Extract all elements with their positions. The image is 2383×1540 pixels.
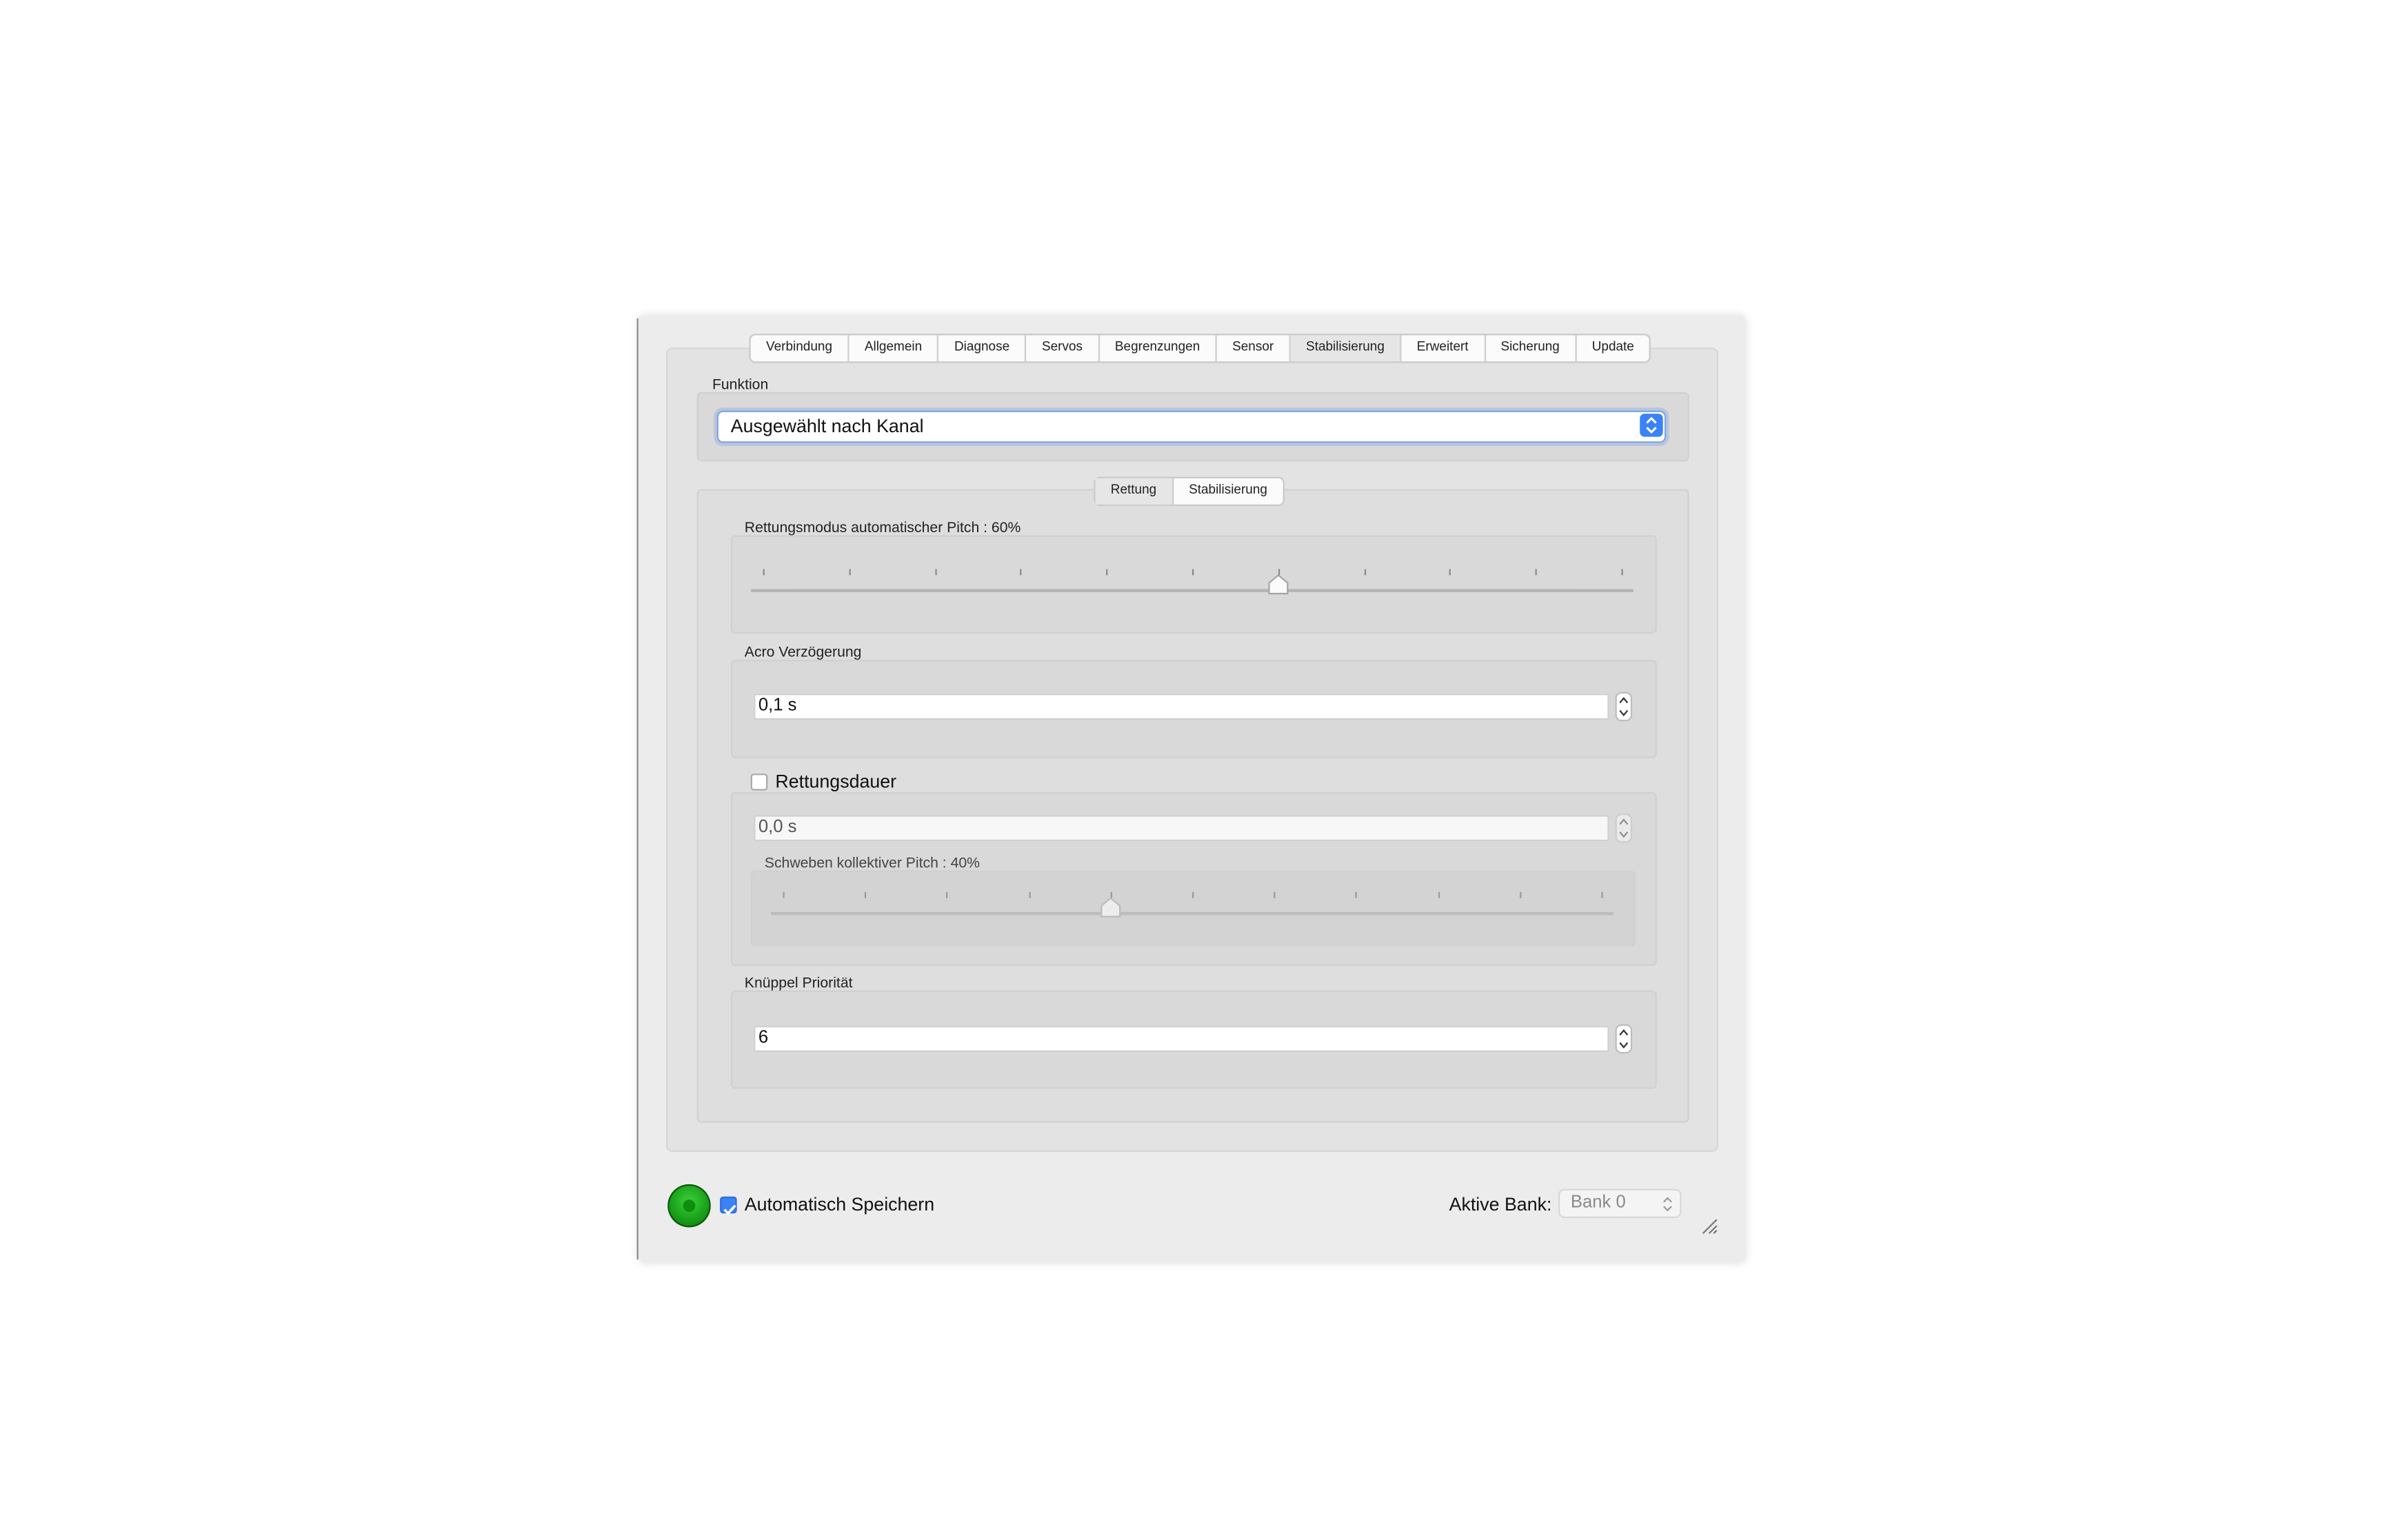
- hover-pitch-group: [750, 870, 1636, 946]
- slider-tick: [865, 891, 867, 898]
- slider-tick: [1438, 891, 1440, 898]
- funktion-select[interactable]: Ausgewählt nach Kanal: [716, 410, 1667, 443]
- slider-tick: [849, 569, 851, 576]
- subtab-rettung[interactable]: Rettung: [1095, 478, 1174, 505]
- tab-stabilisierung[interactable]: Stabilisierung: [1290, 335, 1402, 362]
- tab-erweitert[interactable]: Erweitert: [1401, 335, 1486, 362]
- acro-delay-label: Acro Verzögerung: [744, 644, 862, 662]
- stick-priority-stepper[interactable]: [1615, 1024, 1633, 1054]
- connection-status-led: [667, 1184, 711, 1228]
- slider-tick: [1363, 569, 1366, 576]
- slider-tick: [783, 891, 785, 898]
- slider-tick: [1449, 569, 1451, 576]
- tab-verbindung[interactable]: Verbindung: [751, 335, 849, 362]
- tab-servos[interactable]: Servos: [1027, 335, 1100, 362]
- hover-pitch-slider-track[interactable]: [770, 911, 1614, 915]
- tab-sensor[interactable]: Sensor: [1217, 335, 1291, 362]
- slider-tick: [1356, 891, 1358, 898]
- rescue-duration-label: Rettungsdauer: [775, 770, 897, 792]
- active-bank-label: Aktive Bank:: [1449, 1193, 1552, 1215]
- acro-delay-stepper[interactable]: [1615, 691, 1633, 722]
- hover-pitch-slider-thumb[interactable]: [1100, 897, 1121, 918]
- funktion-label: Funktion: [712, 376, 769, 394]
- rescue-pitch-group: [730, 535, 1657, 634]
- slider-tick: [1274, 891, 1276, 898]
- tab-diagnose[interactable]: Diagnose: [939, 335, 1027, 362]
- active-bank-select[interactable]: Bank 0: [1558, 1188, 1682, 1218]
- tab-sicherung[interactable]: Sicherung: [1485, 335, 1577, 362]
- active-bank-value: Bank 0: [1570, 1193, 1626, 1213]
- slider-tick: [1192, 569, 1194, 576]
- slider-tick: [1601, 891, 1603, 898]
- slider-tick: [1106, 569, 1108, 576]
- status-led-center: [683, 1199, 696, 1213]
- slider-tick: [1621, 569, 1623, 576]
- acro-delay-field[interactable]: 0,1 s: [754, 693, 1609, 720]
- rescue-duration-field[interactable]: 0,0 s: [754, 815, 1609, 842]
- rescue-pitch-label: Rettungsmodus automatischer Pitch : 60%: [744, 520, 1021, 537]
- tab-update[interactable]: Update: [1576, 335, 1649, 361]
- autosave-label: Automatisch Speichern: [744, 1193, 935, 1215]
- select-arrows-icon: [1640, 414, 1663, 437]
- stick-priority-label: Knüppel Priorität: [744, 975, 853, 992]
- slider-tick: [1028, 891, 1030, 898]
- slider-tick: [1020, 569, 1023, 576]
- config-window: Verbindung Allgemein Diagnose Servos Begrenz…: [638, 315, 1747, 1263]
- bank-arrows-icon: [1663, 1197, 1672, 1212]
- slider-tick: [1519, 891, 1522, 898]
- sub-tabbar: Rettung Stabilisierung: [1094, 476, 1285, 506]
- rescue-pitch-slider-thumb[interactable]: [1267, 574, 1289, 595]
- slider-tick: [934, 569, 936, 576]
- funktion-select-value: Ausgewählt nach Kanal: [730, 415, 924, 437]
- checkmark-icon: [723, 1204, 736, 1215]
- rescue-duration-stepper[interactable]: [1615, 813, 1633, 843]
- hover-pitch-label: Schweben kollektiver Pitch : 40%: [764, 855, 981, 872]
- resize-grip-icon[interactable]: [1700, 1217, 1718, 1235]
- rescue-duration-checkbox[interactable]: [750, 773, 768, 791]
- slider-tick: [763, 569, 765, 576]
- subtab-stabilisierung[interactable]: Stabilisierung: [1174, 478, 1283, 505]
- slider-tick: [1192, 891, 1194, 898]
- tab-begrenzungen[interactable]: Begrenzungen: [1100, 335, 1217, 362]
- slider-tick: [946, 891, 949, 898]
- slider-tick: [1535, 569, 1538, 576]
- autosave-checkbox[interactable]: [720, 1196, 737, 1215]
- stick-priority-field[interactable]: 6: [754, 1026, 1609, 1053]
- tab-allgemein[interactable]: Allgemein: [849, 335, 939, 362]
- main-tabbar: Verbindung Allgemein Diagnose Servos Begrenz…: [749, 334, 1651, 363]
- rescue-pitch-slider-track[interactable]: [750, 589, 1634, 592]
